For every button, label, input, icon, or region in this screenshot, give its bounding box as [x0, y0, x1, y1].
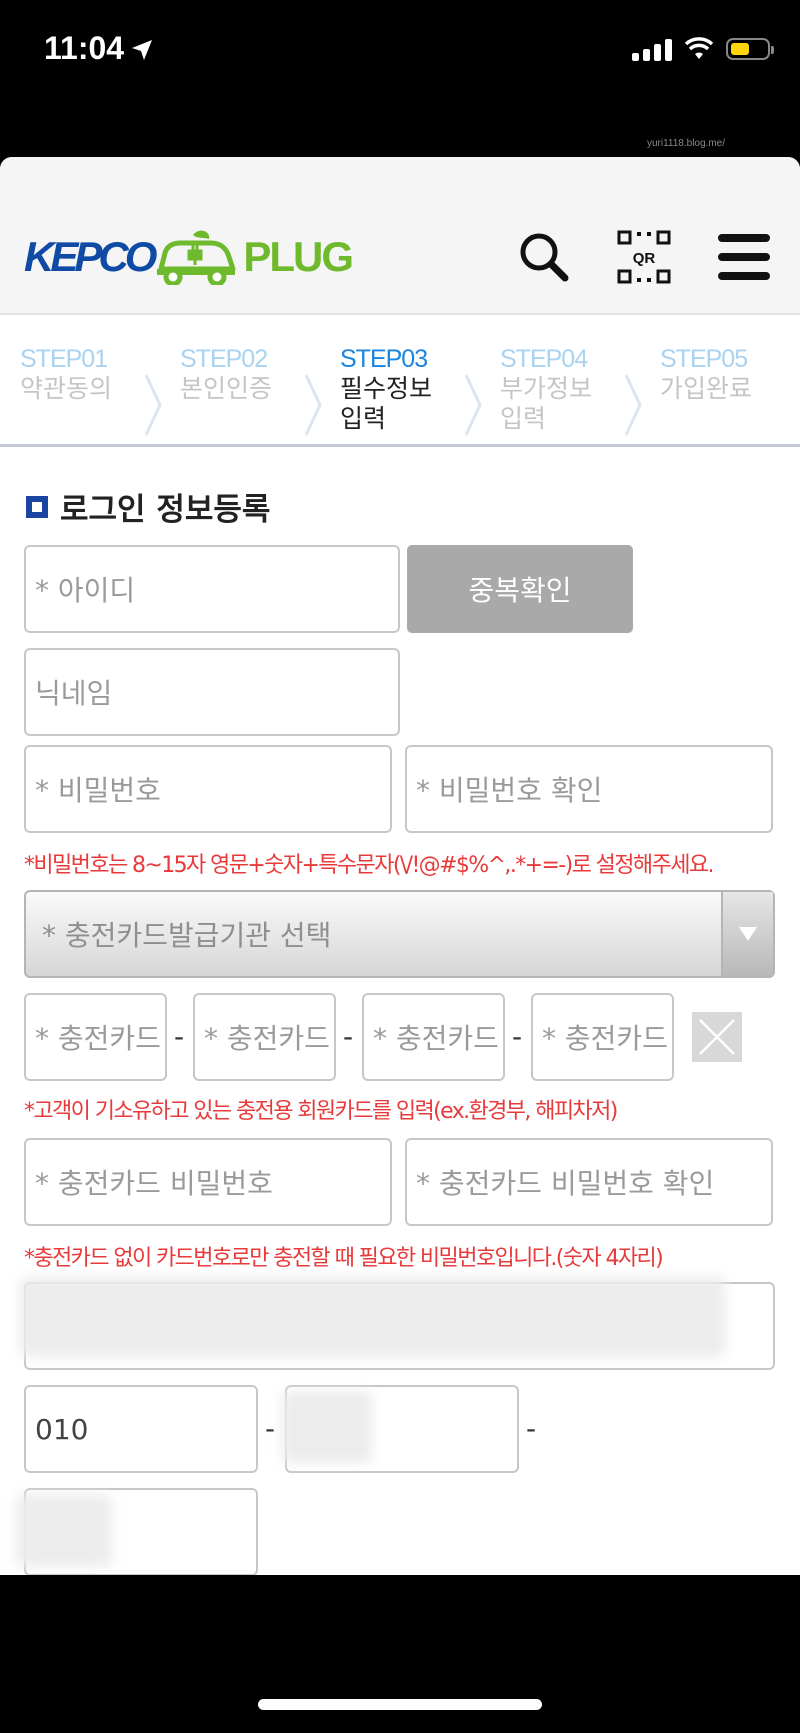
clear-card-button[interactable] [692, 1012, 742, 1062]
redacted-area [20, 1277, 725, 1357]
step-label: 약관동의 [20, 375, 113, 403]
section-title-text: 로그인 정보등록 [60, 492, 271, 528]
section-title: 로그인 정보등록 [26, 484, 270, 529]
status-indicators [632, 34, 774, 64]
step-5: STEP05 가입완료 [660, 345, 790, 404]
card-password-confirm-input[interactable]: * 충전카드 비밀번호 확인 [405, 1138, 773, 1226]
phone-separator: - [526, 1412, 537, 1445]
id-input[interactable]: * 아이디 [24, 545, 400, 633]
search-icon [520, 233, 569, 282]
status-time: 11:04 [44, 30, 125, 66]
cellular-signal-icon [632, 37, 672, 61]
step-label: 가입완료 [660, 375, 753, 403]
menu-icon [718, 234, 770, 280]
step-number: STEP05 [660, 345, 748, 373]
triangle-down-icon [739, 927, 757, 941]
card-separator: - [512, 1020, 523, 1053]
card-issuer-select[interactable]: * 충전카드발급기관 선택 [24, 890, 775, 978]
wifi-icon [684, 37, 714, 59]
card-separator: - [343, 1020, 354, 1053]
password-rule-note: *비밀번호는 8~15자 영문+숫자+특수문자(\/!@#$%^,.*+=-)로… [24, 853, 714, 878]
phone-separator: - [265, 1412, 276, 1445]
step-number: STEP04 [500, 345, 588, 373]
watermark: yuri1118.blog.me/ [646, 138, 725, 149]
qr-button[interactable]: QR [614, 227, 674, 287]
card-password-note: *충전카드 없이 카드번호로만 충전할 때 필요한 비밀번호입니다.(숫자 4자… [24, 1246, 664, 1271]
step-number: STEP01 [20, 345, 108, 373]
logo-kepco-text: KEPCO [24, 233, 157, 280]
card-number-input-2[interactable]: * 충전카드 [193, 993, 336, 1081]
close-icon [699, 1019, 735, 1055]
password-confirm-input[interactable]: * 비밀번호 확인 [405, 745, 773, 833]
web-page: KEPCO PLUG QR STEP01 약관동의 STEP02 본인인증 ST… [0, 157, 800, 1575]
chevron-right-icon [624, 374, 642, 436]
home-indicator[interactable] [258, 1699, 542, 1710]
step-number: STEP03 [340, 345, 428, 373]
chevron-right-icon [464, 374, 482, 436]
card-issuer-select-text: * 충전카드발급기관 선택 [42, 919, 332, 952]
card-number-input-3[interactable]: * 충전카드 [362, 993, 505, 1081]
duplicate-check-button[interactable]: 중복확인 [407, 545, 633, 633]
location-arrow-icon [132, 40, 152, 60]
nickname-input[interactable]: 닉네임 [24, 648, 400, 736]
card-info-note: *고객이 기소유하고 있는 충전용 회원카드를 입력(ex.환경부, 해피차저) [24, 1099, 618, 1124]
qr-text: QR [633, 250, 656, 267]
password-input[interactable]: * 비밀번호 [24, 745, 392, 833]
card-password-input[interactable]: * 충전카드 비밀번호 [24, 1138, 392, 1226]
step-label: 필수정보 입력 [340, 375, 433, 433]
chevron-right-icon [304, 374, 322, 436]
step-label: 본인인증 [180, 375, 273, 403]
logo-plug-text: PLUG [243, 233, 354, 280]
step-1: STEP01 약관동의 [20, 345, 150, 404]
redacted-area [282, 1391, 372, 1463]
card-separator: - [174, 1020, 185, 1053]
signup-steps: STEP01 약관동의 STEP02 본인인증 STEP03 필수정보 입력 S… [0, 317, 800, 447]
ev-car-icon [157, 230, 236, 285]
chevron-right-icon [144, 374, 162, 436]
step-4: STEP04 부가정보 입력 [500, 345, 630, 434]
redacted-area [16, 1495, 112, 1567]
qr-icon: QR [617, 230, 671, 284]
step-3: STEP03 필수정보 입력 [340, 345, 470, 434]
site-header: KEPCO PLUG QR [0, 157, 800, 315]
card-number-input-1[interactable]: * 충전카드 [24, 993, 167, 1081]
step-2: STEP02 본인인증 [180, 345, 310, 404]
battery-icon [726, 38, 774, 60]
phone-prefix-input[interactable]: 010 [24, 1385, 258, 1473]
card-number-input-4[interactable]: * 충전카드 [531, 993, 674, 1081]
kepco-plug-logo[interactable]: KEPCO PLUG [24, 227, 354, 287]
select-arrow[interactable] [721, 892, 773, 976]
step-number: STEP02 [180, 345, 268, 373]
search-button[interactable] [514, 227, 574, 287]
menu-button[interactable] [714, 227, 774, 287]
section-bullet-icon [26, 495, 48, 518]
step-label: 부가정보 입력 [500, 375, 593, 433]
